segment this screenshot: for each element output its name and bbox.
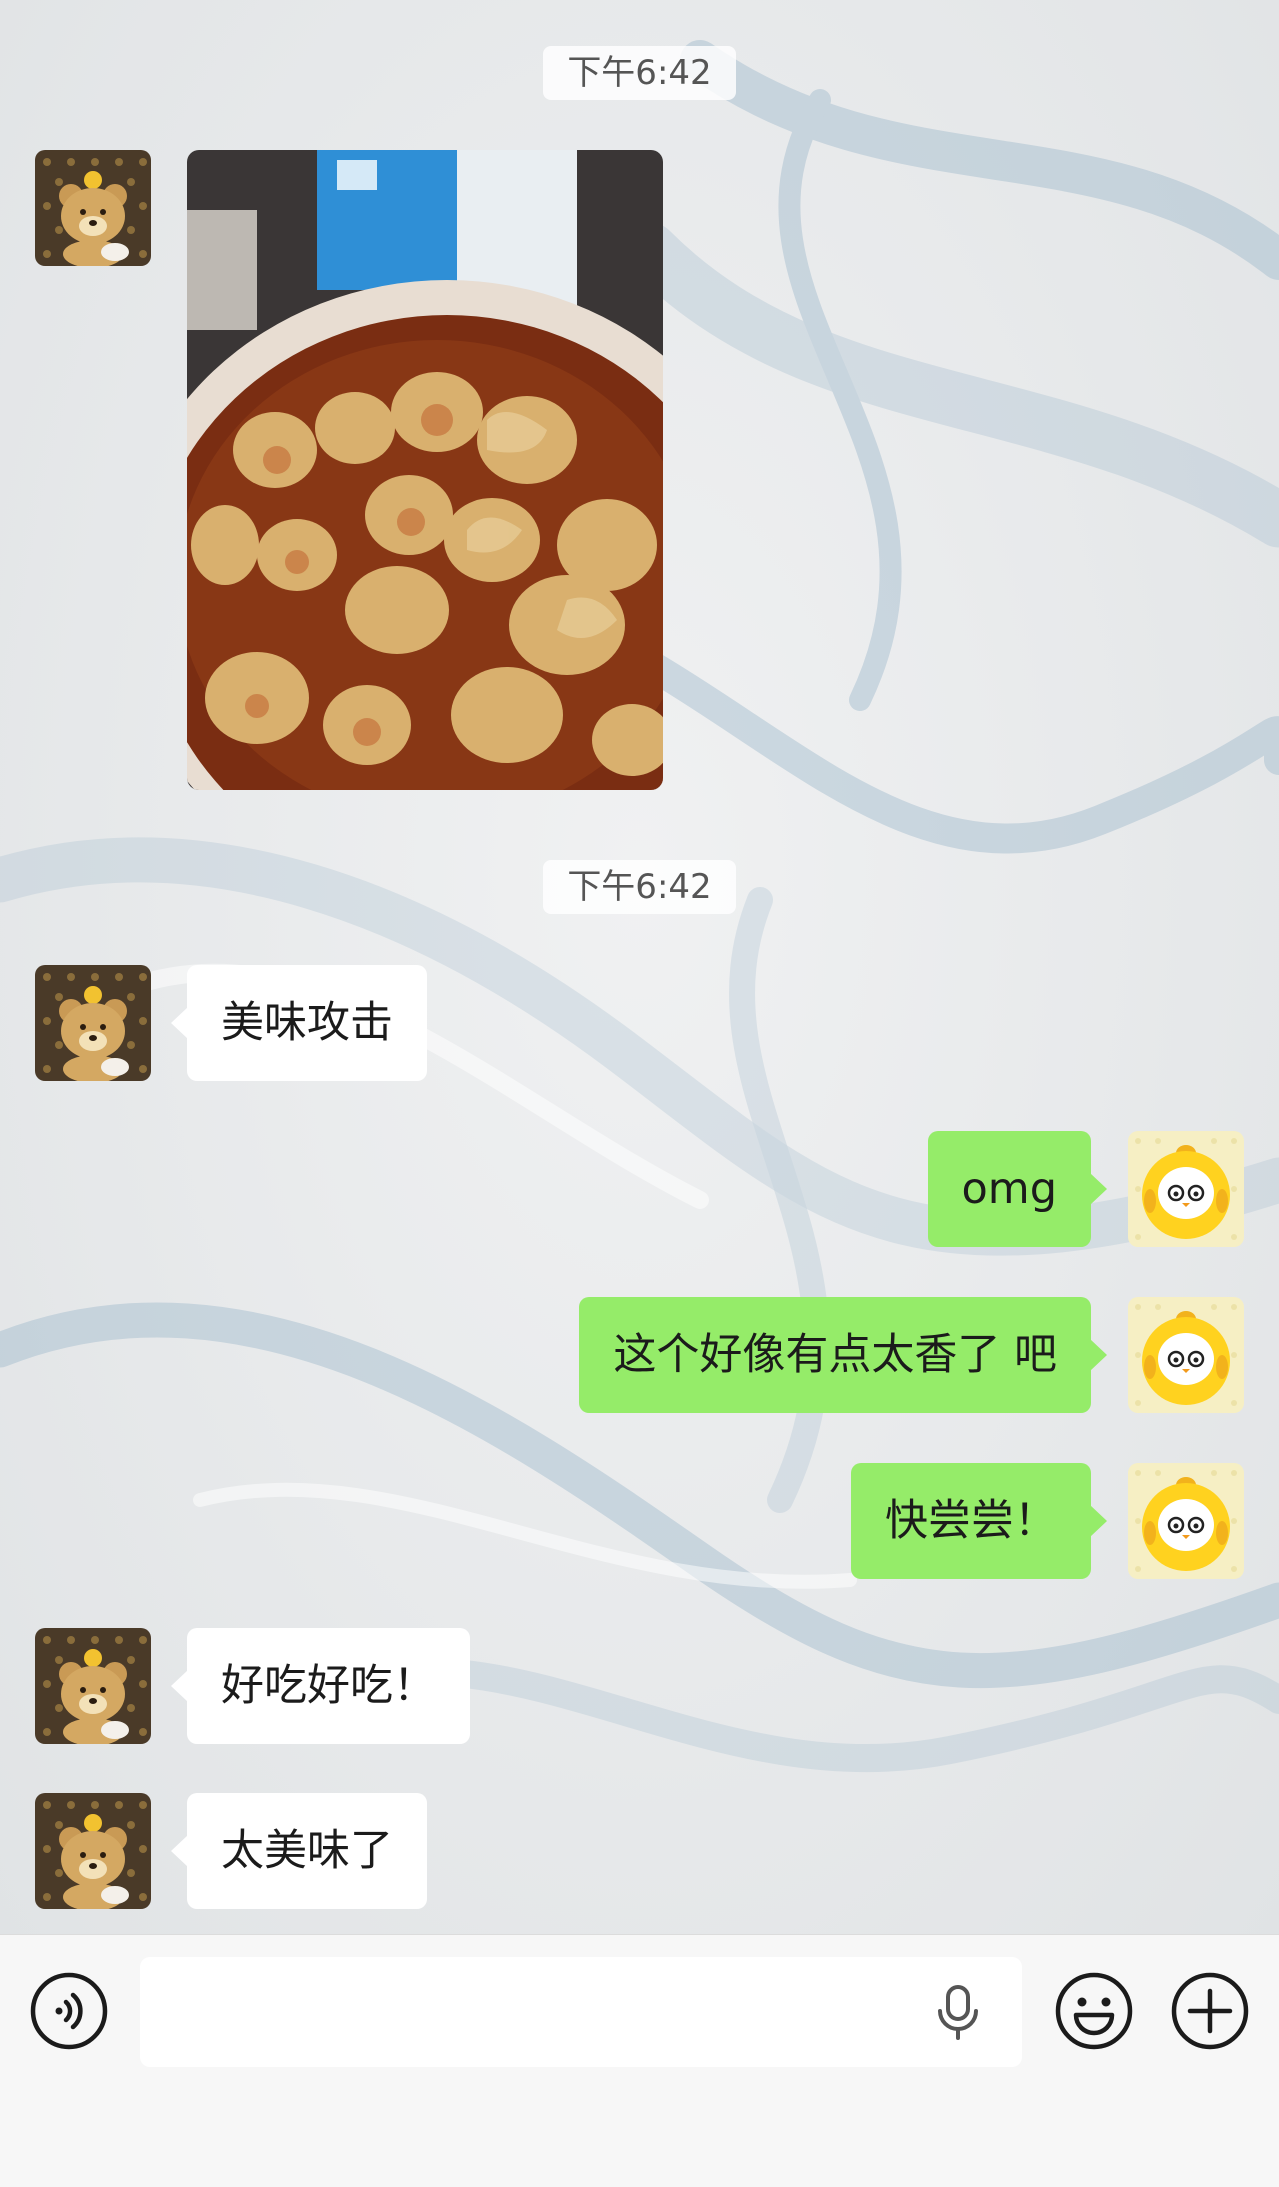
message-timestamp: 下午6:42 <box>543 860 736 914</box>
contact-avatar[interactable] <box>35 1628 151 1744</box>
received-message-bubble[interactable]: 太美味了 <box>171 1793 427 1909</box>
voice-mode-button[interactable] <box>29 1971 109 2051</box>
chat-area[interactable]: 下午6:42 下午6:42 美味攻击 omg 这个好像有点太香了 吧 快尝尝！ … <box>0 0 1279 1934</box>
sent-message-bubble[interactable]: 这个好像有点太香了 吧 <box>579 1297 1107 1413</box>
add-button[interactable] <box>1170 1971 1250 2051</box>
add-icon <box>1171 1972 1249 2050</box>
emoji-button[interactable] <box>1054 1971 1134 2051</box>
contact-avatar[interactable] <box>35 1793 151 1909</box>
message-input[interactable] <box>140 1957 1022 2067</box>
bear-avatar-icon <box>35 1793 151 1909</box>
voice-mode-icon <box>30 1972 108 2050</box>
received-message-bubble[interactable]: 好吃好吃！ <box>171 1628 470 1744</box>
input-bar <box>0 1934 1279 2187</box>
bear-avatar-icon <box>35 965 151 1081</box>
contact-avatar[interactable] <box>35 150 151 266</box>
my-avatar[interactable] <box>1128 1463 1244 1579</box>
chick-avatar-icon <box>1128 1297 1244 1413</box>
microphone-icon <box>938 1985 978 2040</box>
bear-avatar-icon <box>35 1628 151 1744</box>
bear-avatar-icon <box>35 150 151 266</box>
sent-message-bubble[interactable]: omg <box>927 1131 1107 1247</box>
dumplings-photo[interactable] <box>187 150 663 790</box>
sent-message-bubble[interactable]: 快尝尝！ <box>851 1463 1107 1579</box>
my-avatar[interactable] <box>1128 1297 1244 1413</box>
emoji-icon <box>1055 1972 1133 2050</box>
my-avatar[interactable] <box>1128 1131 1244 1247</box>
received-message-bubble[interactable]: 美味攻击 <box>171 965 427 1081</box>
contact-avatar[interactable] <box>35 965 151 1081</box>
chick-avatar-icon <box>1128 1463 1244 1579</box>
message-timestamp: 下午6:42 <box>543 46 736 100</box>
chick-avatar-icon <box>1128 1131 1244 1247</box>
dumplings-image <box>187 150 663 790</box>
microphone-button[interactable] <box>930 1983 986 2041</box>
